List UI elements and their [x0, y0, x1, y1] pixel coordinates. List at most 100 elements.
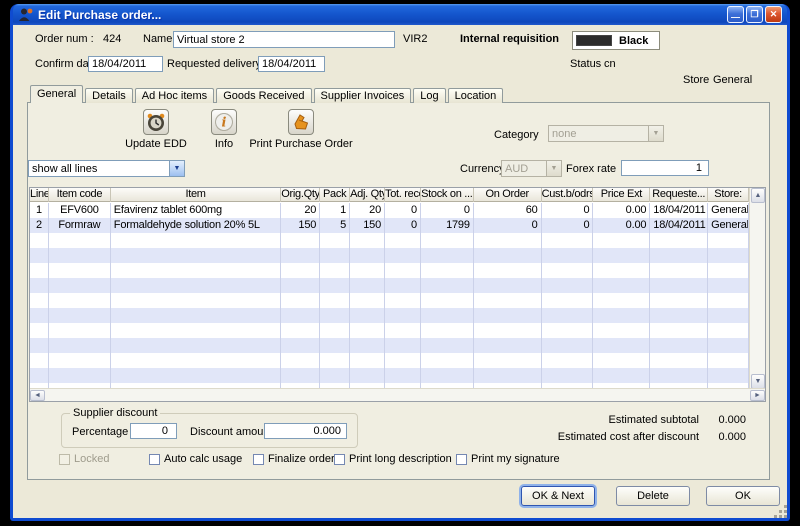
- table-cell[interactable]: 0: [542, 218, 594, 233]
- tab-general[interactable]: General: [30, 85, 83, 103]
- tab-log[interactable]: Log: [413, 88, 445, 103]
- printer-icon: [288, 109, 314, 135]
- checkbox-box[interactable]: [253, 454, 264, 465]
- column-header-stock-on[interactable]: Stock on ...: [421, 188, 474, 202]
- table-row[interactable]: 1EFV600Efavirenz tablet 600mg20120006000…: [30, 203, 749, 218]
- table-cell[interactable]: 0.00: [593, 218, 650, 233]
- ok-button[interactable]: OK: [706, 486, 780, 506]
- column-header-adj-qty[interactable]: Adj. Qty: [350, 188, 385, 202]
- column-header-pack[interactable]: Pack: [320, 188, 350, 202]
- table-cell[interactable]: 0: [385, 218, 421, 233]
- maximize-button[interactable]: ❐: [746, 6, 763, 23]
- table-cell[interactable]: 2: [30, 218, 49, 233]
- table-cell[interactable]: 0: [385, 203, 421, 218]
- column-header-cust-b-odrs[interactable]: Cust.b/odrs: [542, 188, 594, 202]
- table-cell: [593, 263, 650, 278]
- table-cell[interactable]: 150: [281, 218, 320, 233]
- table-cell[interactable]: 1799: [421, 218, 474, 233]
- table-cell: [350, 338, 385, 353]
- table-cell: [421, 278, 474, 293]
- checkbox-auto-calc-usage[interactable]: Auto calc usage: [149, 453, 242, 465]
- table-cell[interactable]: Formraw: [49, 218, 111, 233]
- tab-ad-hoc-items[interactable]: Ad Hoc items: [135, 88, 214, 103]
- print-purchase-order-button[interactable]: Print Purchase Order: [241, 109, 361, 150]
- column-header-line[interactable]: Line: [30, 188, 49, 202]
- line-filter-dropdown[interactable]: show all lines ▼: [28, 160, 185, 177]
- table-cell[interactable]: 1: [30, 203, 49, 218]
- table-cell[interactable]: General: [708, 203, 749, 218]
- tab-details[interactable]: Details: [85, 88, 133, 103]
- table-cell: [320, 263, 350, 278]
- table-cell[interactable]: EFV600: [49, 203, 111, 218]
- table-cell: [111, 368, 281, 383]
- info-icon: i: [211, 109, 237, 135]
- scroll-up-icon[interactable]: ▲: [751, 188, 765, 203]
- horizontal-scrollbar[interactable]: ◄ ►: [30, 388, 765, 401]
- estimated-subtotal-value: 0.000: [718, 414, 746, 426]
- column-header-item[interactable]: Item: [111, 188, 282, 202]
- table-cell: [30, 368, 49, 383]
- requested-delivery-input[interactable]: [258, 56, 325, 72]
- forex-rate-input[interactable]: [621, 160, 709, 176]
- column-header-price-ext[interactable]: Price Ext: [593, 188, 650, 202]
- table-cell: [350, 293, 385, 308]
- tab-strip: GeneralDetailsAd Hoc itemsGoods Received…: [30, 86, 505, 103]
- column-header-orig-qty[interactable]: Orig.Qty: [281, 188, 320, 202]
- column-header-requeste[interactable]: Requeste...: [650, 188, 708, 202]
- table-cell[interactable]: 0: [421, 203, 474, 218]
- checkbox-box[interactable]: [334, 454, 345, 465]
- column-header-on-order[interactable]: On Order: [474, 188, 542, 202]
- close-button[interactable]: ✕: [765, 6, 782, 23]
- column-header-tot-recei[interactable]: Tot. recei...: [385, 188, 421, 202]
- table-cell[interactable]: 18/04/2011: [650, 203, 708, 218]
- ok-next-button[interactable]: OK & Next: [521, 486, 595, 506]
- checkbox-box[interactable]: [456, 454, 467, 465]
- table-row[interactable]: 2FormrawFormaldehyde solution 20% 5L1505…: [30, 218, 749, 233]
- table-cell: [421, 368, 474, 383]
- checkbox-print-my-signature[interactable]: Print my signature: [456, 453, 560, 465]
- table-cell[interactable]: Efavirenz tablet 600mg: [111, 203, 281, 218]
- table-cell: [30, 323, 49, 338]
- confirm-date-input[interactable]: [88, 56, 163, 72]
- checkbox-print-long-description[interactable]: Print long description: [334, 453, 452, 465]
- table-cell[interactable]: Formaldehyde solution 20% 5L: [111, 218, 281, 233]
- table-cell: [320, 233, 350, 248]
- table-cell[interactable]: 0.00: [593, 203, 650, 218]
- table-cell: [650, 278, 708, 293]
- tab-location[interactable]: Location: [448, 88, 504, 103]
- color-dropdown[interactable]: Black: [572, 31, 660, 50]
- table-cell[interactable]: 60: [474, 203, 542, 218]
- checkbox-box[interactable]: [149, 454, 160, 465]
- table-cell[interactable]: 150: [350, 218, 385, 233]
- table-cell[interactable]: 0: [542, 203, 594, 218]
- table-cell[interactable]: 0: [474, 218, 542, 233]
- vertical-scrollbar[interactable]: ▲ ▼: [749, 188, 765, 389]
- column-header-item-code[interactable]: Item code: [49, 188, 111, 202]
- tab-goods-received[interactable]: Goods Received: [216, 88, 311, 103]
- table-cell[interactable]: 1: [320, 203, 350, 218]
- delete-button[interactable]: Delete: [616, 486, 690, 506]
- update-edd-button[interactable]: Update EDD: [106, 109, 206, 150]
- checkbox-finalize-order[interactable]: Finalize order: [253, 453, 335, 465]
- name-input[interactable]: [173, 31, 395, 48]
- resize-grip[interactable]: [779, 510, 782, 513]
- table-cell[interactable]: General: [708, 218, 749, 233]
- percentage-input[interactable]: [130, 423, 177, 439]
- table-cell: [350, 263, 385, 278]
- table-cell[interactable]: 5: [320, 218, 350, 233]
- scroll-down-icon[interactable]: ▼: [751, 374, 765, 389]
- discount-amount-input[interactable]: [264, 423, 347, 439]
- scroll-left-icon[interactable]: ◄: [30, 390, 45, 401]
- table-cell[interactable]: 20: [350, 203, 385, 218]
- table-cell[interactable]: 20: [281, 203, 320, 218]
- title-bar[interactable]: Edit Purchase order... — ❐ ✕: [13, 4, 787, 25]
- scroll-right-icon[interactable]: ►: [750, 390, 765, 401]
- table-cell[interactable]: 18/04/2011: [650, 218, 708, 233]
- table-cell: [385, 338, 421, 353]
- table-cell: [474, 278, 542, 293]
- estimated-cost-after-discount-value: 0.000: [718, 431, 746, 443]
- tab-supplier-invoices[interactable]: Supplier Invoices: [314, 88, 412, 103]
- table-cell: [421, 263, 474, 278]
- minimize-button[interactable]: —: [727, 6, 744, 23]
- column-header-store[interactable]: Store:: [708, 188, 749, 202]
